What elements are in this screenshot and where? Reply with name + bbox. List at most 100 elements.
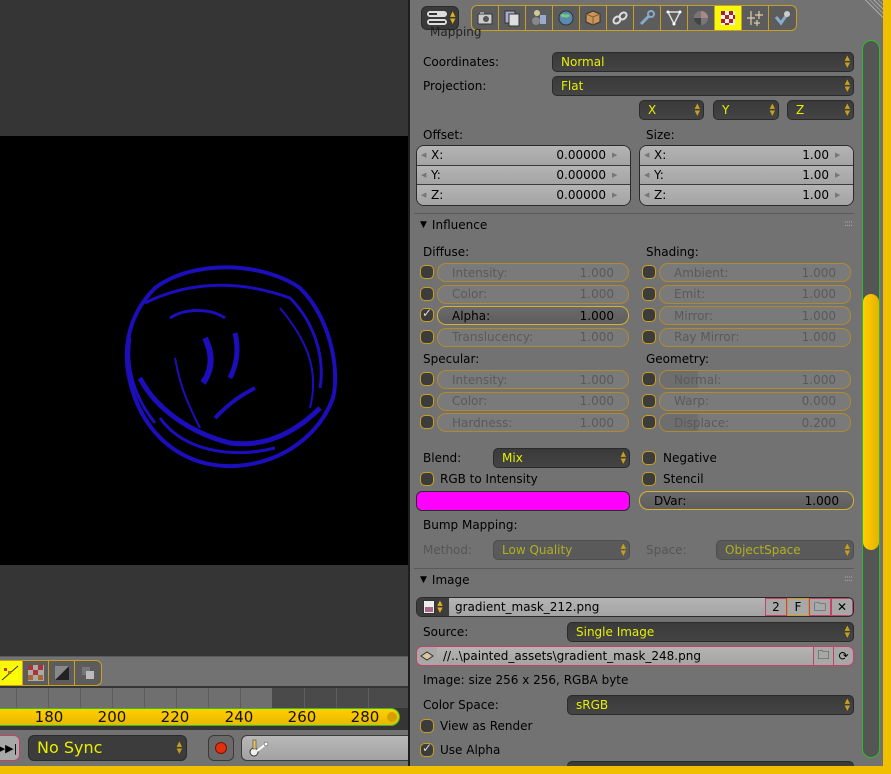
unlink-image-button[interactable]: ✕: [831, 598, 853, 616]
tab-render-layers[interactable]: [499, 6, 526, 30]
diffuse-color-checkbox[interactable]: [420, 286, 434, 301]
browse-image-button[interactable]: ▲ ▼: [417, 598, 449, 616]
offset-y-field[interactable]: ◀ Y: 0.00000 ▶: [417, 165, 630, 185]
increment-arrow-icon[interactable]: ▶: [612, 151, 622, 159]
shading-emit-slider[interactable]: Emit: 1.000: [659, 284, 851, 304]
diffuse-translucency-slider[interactable]: Translucency: 1.000: [437, 327, 629, 347]
tab-physics[interactable]: [769, 6, 796, 30]
reload-image-button[interactable]: ⟳: [833, 647, 853, 665]
image-filepath-field[interactable]: //..\painted_assets\gradient_mask_248.pn…: [437, 647, 813, 665]
mapping-z-dropdown[interactable]: Z ▲ ▼: [787, 100, 854, 120]
decrement-arrow-icon[interactable]: ◀: [421, 191, 431, 199]
timeline-scrubber[interactable]: 180 200 220 240 260 280: [0, 708, 400, 726]
increment-arrow-icon[interactable]: ▶: [835, 151, 845, 159]
shading-ray-mirror-slider[interactable]: Ray Mirror: 1.000: [659, 327, 851, 347]
decrement-arrow-icon[interactable]: ◀: [644, 171, 654, 179]
auto-keying-button[interactable]: [208, 735, 234, 761]
geometry-displace-slider[interactable]: Displace: 0.200: [659, 413, 851, 432]
geometry-normal-checkbox[interactable]: [642, 372, 656, 386]
geometry-warp-slider[interactable]: Warp: 0.000: [659, 391, 851, 411]
rgb-to-intensity-checkbox[interactable]: [420, 472, 434, 486]
jump-end-button[interactable]: ▶▶|: [0, 735, 20, 761]
dvar-slider[interactable]: DVar: 1.000: [639, 491, 854, 510]
tab-data[interactable]: [661, 6, 688, 30]
image-panel-header[interactable]: ▼ Image ::::: [414, 568, 854, 590]
mapping-y-dropdown[interactable]: Y ▲ ▼: [713, 100, 779, 120]
specular-color-checkbox[interactable]: [420, 393, 434, 408]
bump-space-dropdown[interactable]: ObjectSpace ▲ ▼: [716, 540, 854, 560]
packed-file-button[interactable]: [417, 647, 437, 665]
increment-arrow-icon[interactable]: ▶: [612, 191, 622, 199]
shading-ambient-checkbox[interactable]: [642, 265, 656, 279]
browse-file-button[interactable]: 🗀: [813, 647, 833, 665]
keying-set-field[interactable]: [241, 735, 411, 761]
z-buffer-button[interactable]: [75, 661, 101, 685]
use-alpha-checkbox[interactable]: [420, 741, 434, 757]
shading-ambient-slider[interactable]: Ambient: 1.000: [659, 263, 851, 282]
specular-color-slider[interactable]: Color: 1.000: [437, 391, 629, 411]
mapping-x-dropdown[interactable]: X ▲ ▼: [639, 100, 704, 120]
tab-constraints[interactable]: [607, 6, 634, 30]
offset-x-field[interactable]: ◀ X: 0.00000 ▶: [417, 146, 630, 166]
geometry-warp-checkbox[interactable]: [642, 393, 656, 408]
projection-dropdown[interactable]: Flat ▲ ▼: [552, 76, 854, 96]
decrement-arrow-icon[interactable]: ◀: [644, 191, 654, 199]
color-button[interactable]: [23, 661, 49, 685]
specular-hardness-checkbox[interactable]: [420, 415, 434, 429]
blend-color-swatch[interactable]: [416, 491, 630, 511]
geometry-displace-checkbox[interactable]: [642, 415, 656, 429]
mapping-panel-title[interactable]: Mapping: [430, 25, 482, 39]
size-z-field[interactable]: ◀ Z: 1.00 ▶: [640, 185, 853, 205]
shading-ray-mirror-checkbox[interactable]: [642, 329, 656, 344]
tab-object[interactable]: [580, 6, 607, 30]
specular-intensity-slider[interactable]: Intensity: 1.000: [437, 370, 629, 389]
offset-z-field[interactable]: ◀ Z: 0.00000 ▶: [417, 185, 630, 205]
tab-particles[interactable]: [742, 6, 769, 30]
sync-mode-dropdown[interactable]: No Sync ▲ ▼: [28, 735, 187, 761]
stencil-checkbox[interactable]: [642, 472, 656, 486]
shading-mirror-slider[interactable]: Mirror: 1.000: [659, 306, 851, 325]
properties-scrollbar[interactable]: [862, 40, 880, 758]
diffuse-alpha-checkbox[interactable]: [420, 306, 434, 322]
size-y-field[interactable]: ◀ Y: 1.00 ▶: [640, 165, 853, 185]
decrement-arrow-icon[interactable]: ◀: [421, 171, 431, 179]
negative-checkbox[interactable]: [642, 451, 656, 465]
shading-mirror-checkbox[interactable]: [642, 308, 656, 322]
panel-grip-icon[interactable]: ::::: [844, 574, 853, 584]
decrement-arrow-icon[interactable]: ◀: [644, 151, 654, 159]
blend-dropdown[interactable]: Mix ▲ ▼: [493, 448, 630, 468]
image-source-dropdown[interactable]: Single Image ▲ ▼: [567, 622, 854, 642]
diffuse-intensity-slider[interactable]: Intensity: 1.000: [437, 263, 629, 282]
bump-method-dropdown[interactable]: Low Quality ▲ ▼: [493, 540, 630, 560]
diffuse-translucency-checkbox[interactable]: [420, 329, 434, 344]
increment-arrow-icon[interactable]: ▶: [835, 191, 845, 199]
image-name-field[interactable]: gradient_mask_212.png: [449, 598, 765, 616]
influence-panel-header[interactable]: ▼ Influence ::::: [414, 213, 854, 235]
scrollbar-thumb[interactable]: [863, 294, 879, 550]
increment-arrow-icon[interactable]: ▶: [612, 171, 622, 179]
view-as-render-checkbox[interactable]: [420, 719, 434, 733]
tab-material[interactable]: [688, 6, 715, 30]
open-image-button[interactable]: 🗀: [809, 598, 831, 616]
specular-intensity-checkbox[interactable]: [420, 372, 434, 386]
tab-texture[interactable]: [715, 6, 742, 30]
panel-grip-icon[interactable]: ::::: [844, 219, 853, 229]
alpha-button[interactable]: [49, 661, 75, 685]
tab-world[interactable]: [553, 6, 580, 30]
color-alpha-button[interactable]: [0, 661, 23, 685]
alpha-mode-dropdown[interactable]: [567, 761, 854, 766]
image-users-count[interactable]: 2: [765, 598, 787, 616]
fake-user-button[interactable]: F: [787, 598, 809, 616]
diffuse-alpha-slider[interactable]: Alpha: 1.000: [437, 306, 629, 325]
diffuse-intensity-checkbox[interactable]: [420, 265, 434, 279]
tab-modifiers[interactable]: [634, 6, 661, 30]
coordinates-dropdown[interactable]: Normal ▲ ▼: [552, 52, 854, 72]
decrement-arrow-icon[interactable]: ◀: [421, 151, 431, 159]
timeline-end-knob[interactable]: [387, 712, 397, 722]
increment-arrow-icon[interactable]: ▶: [835, 171, 845, 179]
color-space-dropdown[interactable]: sRGB ▲ ▼: [567, 695, 854, 715]
tab-scene[interactable]: [526, 6, 553, 30]
specular-hardness-slider[interactable]: Hardness: 1.000: [437, 413, 629, 432]
size-x-field[interactable]: ◀ X: 1.00 ▶: [640, 146, 853, 166]
diffuse-color-slider[interactable]: Color: 1.000: [437, 284, 629, 304]
